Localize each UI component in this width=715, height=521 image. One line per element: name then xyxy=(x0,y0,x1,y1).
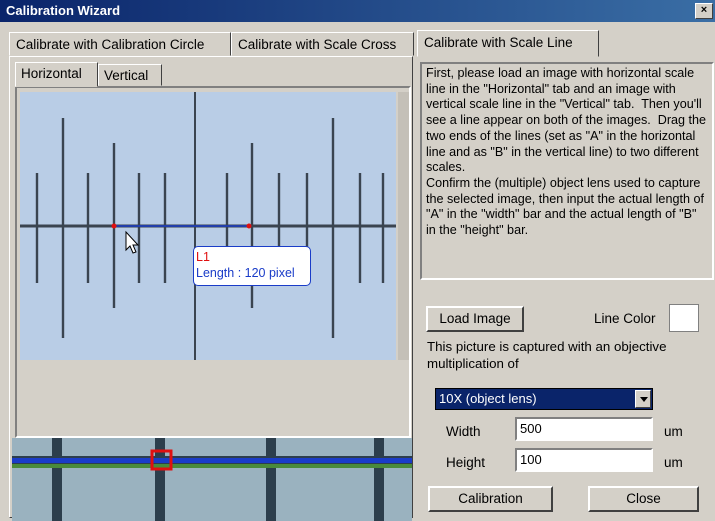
width-field[interactable]: 500 xyxy=(515,417,653,441)
load-image-button[interactable]: Load Image xyxy=(426,306,524,332)
tab-scale-line[interactable]: Calibrate with Scale Line xyxy=(417,30,599,57)
tab-calibration-circle[interactable]: Calibrate with Calibration Circle xyxy=(9,32,231,56)
instructions-box: First, please load an image with horizon… xyxy=(420,62,714,280)
measure-handle-start xyxy=(111,223,117,229)
calibration-button[interactable]: Calibration xyxy=(428,486,553,512)
zoom-preview xyxy=(12,438,412,521)
width-label: Width xyxy=(446,424,481,439)
line-length: Length : 120 pixel xyxy=(196,266,295,280)
height-field[interactable]: 100 xyxy=(515,448,653,472)
title-bar: Calibration Wizard × xyxy=(0,0,715,22)
chevron-down-icon[interactable] xyxy=(635,390,651,408)
image-viewport[interactable]: L1 Length : 120 pixel xyxy=(15,86,411,438)
tab-scale-cross[interactable]: Calibrate with Scale Cross xyxy=(231,32,414,56)
line-name: L1 xyxy=(196,250,210,264)
width-unit: um xyxy=(664,424,683,439)
close-button[interactable]: Close xyxy=(588,486,699,512)
tab-vertical[interactable]: Vertical xyxy=(98,64,162,86)
window-title: Calibration Wizard xyxy=(6,3,121,18)
line-color-label: Line Color xyxy=(594,311,656,326)
close-window-button[interactable]: × xyxy=(695,3,713,19)
objective-text: This picture is captured with an objecti… xyxy=(427,339,667,371)
tab-horizontal[interactable]: Horizontal xyxy=(15,62,98,87)
height-label: Height xyxy=(446,455,486,470)
instructions-text: First, please load an image with horizon… xyxy=(426,66,707,238)
objective-selected: 10X (object lens) xyxy=(439,391,537,406)
line-color-swatch[interactable] xyxy=(669,304,699,332)
measure-handle-end xyxy=(246,223,252,229)
objective-select[interactable]: 10X (object lens) xyxy=(435,388,653,410)
measurement-label: L1 Length : 120 pixel xyxy=(193,246,311,286)
height-unit: um xyxy=(664,455,683,470)
